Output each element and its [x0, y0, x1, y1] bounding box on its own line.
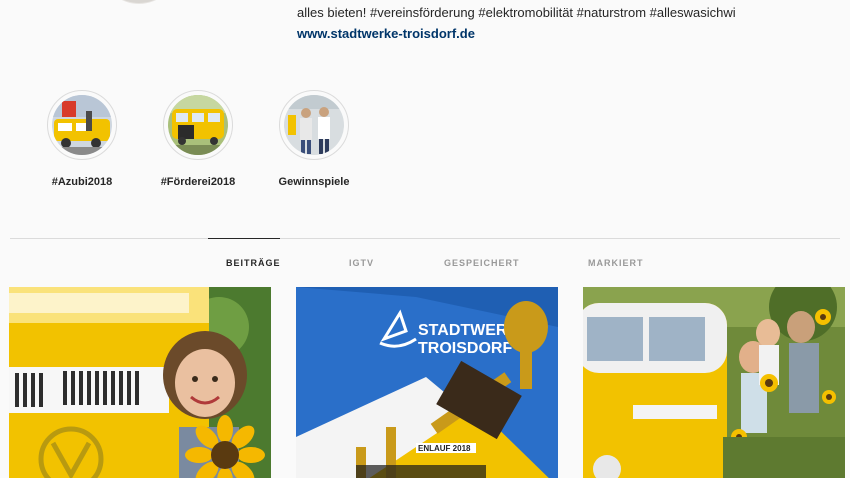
tabs-divider	[10, 238, 840, 239]
tab-beitraege[interactable]: BEITRÄGE	[226, 258, 281, 268]
post-thumbnail[interactable]	[583, 287, 845, 478]
highlight-thumbnail	[52, 95, 112, 155]
trophy-shirt-photo: STADTWERKE TROISDORF ENLAUF 2018	[296, 287, 558, 478]
highlight-label: #Förderei2018	[160, 176, 236, 188]
trophy-ribbon-text: ENLAUF 2018	[418, 444, 471, 453]
tab-gespeichert[interactable]: GESPEICHERT	[444, 258, 520, 268]
profile-bio: alles bieten! #vereinsförderung #elektro…	[297, 5, 736, 20]
post-thumbnail[interactable]: STADTWERKE TROISDORF ENLAUF 2018	[296, 287, 558, 478]
bus-girl-sunflower-photo	[9, 287, 271, 478]
story-highlight-azubi[interactable]: #Azubi2018	[47, 90, 117, 188]
profile-website-link[interactable]: www.stadtwerke-troisdorf.de	[297, 26, 475, 41]
highlight-label: #Azubi2018	[51, 176, 113, 188]
story-highlight-foerderei[interactable]: #Förderei2018	[161, 90, 235, 188]
active-tab-indicator	[208, 238, 280, 239]
highlight-thumbnail	[284, 95, 344, 155]
highlight-thumbnail	[168, 95, 228, 155]
profile-avatar[interactable]	[100, 0, 178, 4]
post-thumbnail[interactable]	[9, 287, 271, 478]
tab-markiert[interactable]: MARKIERT	[588, 258, 644, 268]
story-highlight-gewinnspiele[interactable]: Gewinnspiele	[279, 90, 349, 188]
tab-igtv[interactable]: IGTV	[349, 258, 374, 268]
bus-family-field-photo	[583, 287, 845, 478]
shirt-text-troisdorf: TROISDORF	[418, 340, 512, 357]
highlight-label: Gewinnspiele	[278, 176, 350, 188]
